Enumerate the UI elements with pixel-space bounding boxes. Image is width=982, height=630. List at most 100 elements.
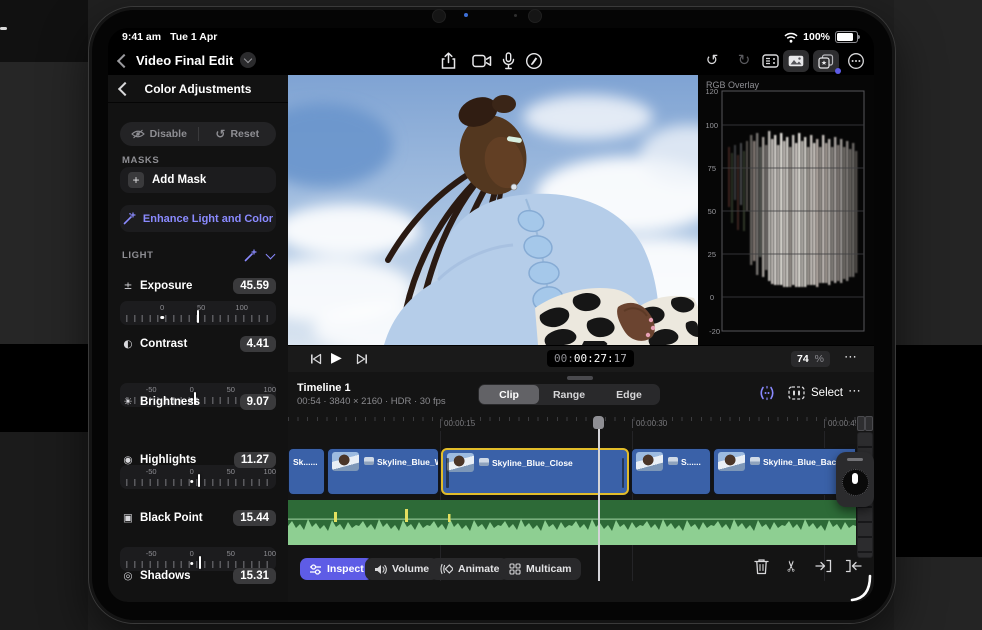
slider-name: Contrast: [140, 338, 240, 350]
panel-header: Color Adjustments: [108, 75, 288, 103]
slider-value[interactable]: 4.41: [240, 336, 276, 352]
mode-edge[interactable]: Edge: [599, 385, 659, 404]
redo-button[interactable]: ↻: [735, 51, 753, 69]
camera-lens: [528, 9, 542, 23]
inspect-button[interactable]: Inspect: [300, 558, 373, 580]
timeline-clip[interactable]: Skyline_Blue_Wide: [327, 448, 439, 495]
playhead-line[interactable]: [598, 429, 600, 581]
clip-select-tool-button[interactable]: [788, 386, 805, 400]
background-fragment: [0, 0, 88, 62]
slider-value[interactable]: 45.59: [233, 278, 276, 294]
exposure-icon: ±: [120, 280, 136, 292]
sliders-icon: [309, 564, 322, 575]
blade-cut-button[interactable]: ✂: [782, 560, 800, 573]
edit-mode-segmented-control: Clip Range Edge: [478, 384, 660, 405]
volume-button[interactable]: Volume: [365, 558, 438, 580]
track-height-control[interactable]: [857, 416, 865, 431]
light-wand-icon: [244, 249, 257, 262]
timeline-ruler[interactable]: 00:00:15 00:00:30 00:00:45: [288, 415, 856, 431]
collapse-chevron-icon: [266, 250, 276, 260]
speaker-icon: [374, 564, 387, 575]
share-button[interactable]: [440, 52, 457, 70]
animate-button[interactable]: Animate: [430, 558, 508, 580]
scope-tick: -20: [709, 327, 720, 336]
reset-button[interactable]: ↺ Reset: [199, 127, 277, 141]
next-frame-button[interactable]: [356, 353, 368, 365]
slider-value[interactable]: 11.27: [234, 452, 276, 468]
timeline-more-button[interactable]: ⋯: [848, 384, 861, 399]
multicam-button[interactable]: Multicam: [500, 558, 581, 580]
panel-drag-handle[interactable]: [567, 376, 593, 380]
photo-chip-icon: [750, 457, 760, 465]
slider-exposure-row: ± Exposure 45.59: [120, 278, 276, 294]
brightness-icon: ☀: [120, 396, 136, 408]
ruler-label: 00:00:15: [440, 419, 475, 428]
trim-handle-right[interactable]: [622, 458, 625, 488]
panel-title: Color Adjustments: [145, 82, 252, 96]
slider-exposure-ruler[interactable]: 0 50 100: [120, 301, 276, 325]
reset-label: Reset: [230, 128, 259, 140]
viewer-zoom-control[interactable]: 74 %: [791, 351, 830, 367]
project-title-group[interactable]: Video Final Edit: [136, 52, 256, 68]
timeline-clip[interactable]: Skyline_Blue_Background: [713, 448, 856, 495]
background-fragment: [0, 432, 88, 630]
timecode-display[interactable]: 00:00:27:17: [547, 350, 634, 367]
overwrite-insert-button[interactable]: [815, 559, 832, 573]
previous-frame-button[interactable]: [310, 353, 322, 365]
chevron-down-icon: [244, 55, 252, 63]
slider-value[interactable]: 15.44: [233, 510, 276, 526]
play-button[interactable]: ▶: [331, 350, 342, 366]
light-section-header[interactable]: LIGHT: [122, 249, 274, 262]
more-menu-button[interactable]: [847, 52, 865, 70]
timeline-clip[interactable]: Sk......: [288, 448, 325, 495]
jog-pointer: [852, 473, 858, 484]
plus-icon: +: [128, 172, 144, 188]
wifi-icon: [784, 32, 798, 43]
back-button[interactable]: [119, 56, 129, 66]
trim-handle-left[interactable]: [446, 458, 449, 488]
background-fragment: [0, 344, 88, 432]
slider-name: Highlights: [140, 454, 234, 466]
ruler-label: 00:00:30: [632, 419, 667, 428]
panel-back-button[interactable]: [120, 84, 130, 94]
mode-clip[interactable]: Clip: [479, 385, 539, 404]
mode-range[interactable]: Range: [539, 385, 599, 404]
slider-value[interactable]: 15.31: [233, 568, 276, 584]
enhance-button[interactable]: Enhance Light and Color: [120, 205, 276, 232]
browser-panel-button[interactable]: [762, 54, 779, 68]
add-mask-label: Add Mask: [152, 174, 206, 186]
jog-wheel[interactable]: [836, 452, 874, 507]
scope-tick: 75: [708, 164, 716, 173]
timeline-clip-selected[interactable]: Skyline_Blue_Close: [441, 448, 629, 495]
delete-button[interactable]: [754, 558, 769, 575]
audio-track[interactable]: [288, 500, 856, 545]
corner-flourish: [844, 568, 874, 602]
voiceover-mic-button[interactable]: [502, 52, 515, 70]
light-section-label: LIGHT: [122, 250, 154, 261]
timeline-clip[interactable]: S......: [631, 448, 711, 495]
viewer-more-button[interactable]: ⋯: [844, 350, 857, 365]
title-menu-button[interactable]: [240, 52, 256, 68]
select-label[interactable]: Select: [811, 387, 843, 399]
clip-thumbnail: [332, 452, 359, 471]
battery-icon: [835, 31, 858, 43]
magnetic-timeline-button[interactable]: [758, 385, 776, 401]
track-height-control[interactable]: [865, 416, 873, 431]
photo-chip-icon: [364, 457, 374, 465]
record-video-button[interactable]: [472, 54, 492, 68]
playhead-handle[interactable]: [593, 416, 604, 429]
scope-tick: 120: [705, 87, 718, 96]
disable-button[interactable]: Disable: [120, 128, 198, 140]
media-browser-button[interactable]: [783, 50, 809, 72]
add-mask-button[interactable]: + Add Mask: [120, 167, 276, 193]
undo-button[interactable]: ↺: [703, 51, 721, 69]
battery-percent: 100%: [803, 31, 830, 43]
timeline-meta: 00:54 · 3840 × 2160 · HDR · 30 fps: [297, 396, 446, 407]
annotate-pencil-button[interactable]: [525, 52, 543, 70]
slider-value[interactable]: 9.07: [240, 394, 276, 410]
marketing-scene: { "status": { "time": "9:41 am", "date":…: [0, 0, 982, 630]
timeline-name: Timeline 1: [297, 382, 351, 394]
jog-drag-handle[interactable]: [847, 458, 863, 461]
effects-button[interactable]: [813, 50, 839, 72]
slider-brightness-ruler[interactable]: -50 0 50 100: [120, 465, 276, 489]
